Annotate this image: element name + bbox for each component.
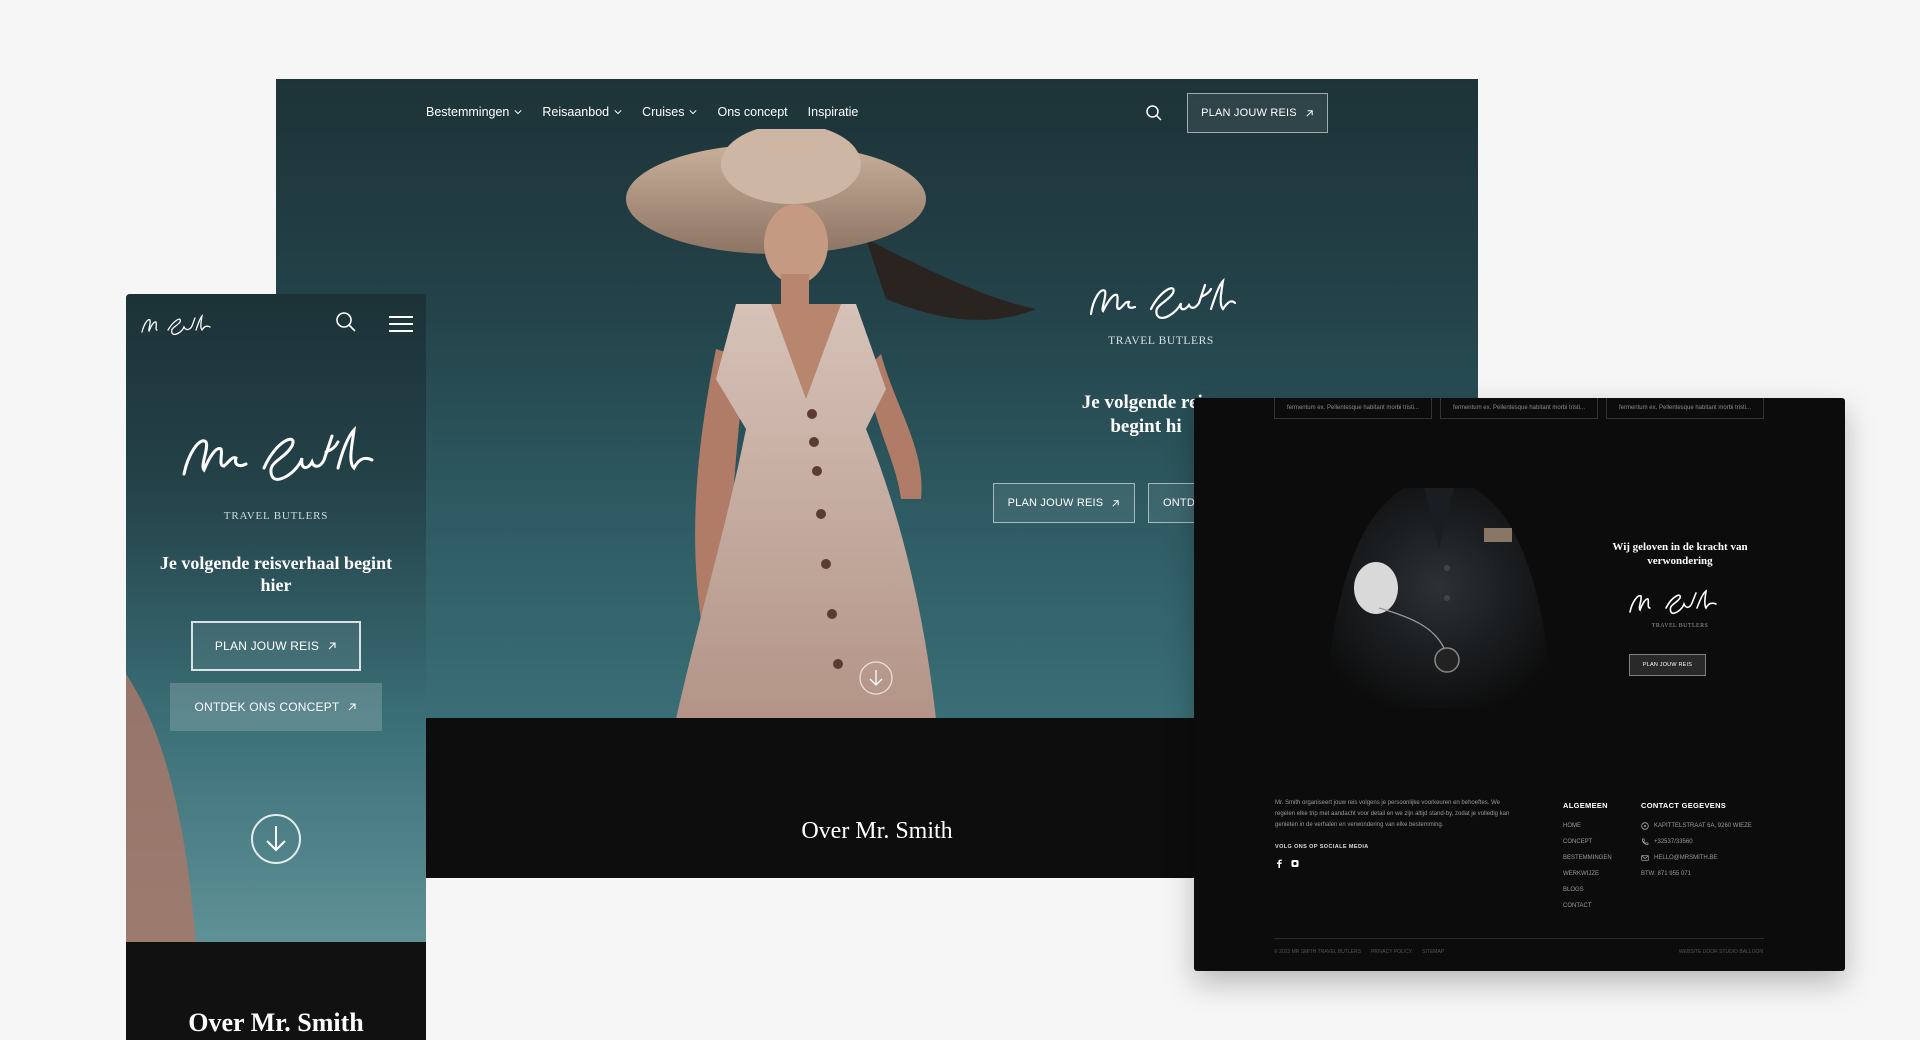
chevron-down-icon: [514, 110, 522, 115]
brand-tagline: TRAVEL BUTLERS: [223, 510, 329, 522]
social-links: [1275, 859, 1299, 868]
scroll-down-icon[interactable]: [250, 810, 302, 868]
footer-col-contact: CONTACT GEGEVENS KAPITTELSTRAAT 6A, 9260…: [1641, 801, 1752, 882]
sitemap-link[interactable]: SITEMAP: [1422, 949, 1444, 955]
hamburger-menu-icon[interactable]: [388, 314, 414, 334]
nav-item-label: Bestemmingen: [426, 105, 510, 119]
chevron-down-icon: [689, 110, 698, 115]
button-label: PLAN JOUW REIS: [1642, 662, 1693, 668]
hero-plan-trip-button[interactable]: PLAN JOUW REIS: [993, 483, 1135, 523]
nav-item-label: Inspiratie: [807, 105, 859, 119]
arrow-up-right-icon: [328, 642, 336, 650]
footer-col-algemeen: ALGEMEEN HOME CONCEPT BESTEMMINGEN WERKW…: [1563, 801, 1612, 914]
website-credit[interactable]: WEBSITE DOOR STUDIO BALLOON: [1679, 949, 1763, 955]
footer-link-concept[interactable]: CONCEPT: [1563, 834, 1612, 850]
brand-tagline: TRAVEL BUTLERS: [1108, 335, 1214, 347]
blog-teaser[interactable]: fermentum ex. Pellentesque habitant morb…: [1274, 398, 1432, 419]
search-icon[interactable]: [334, 310, 358, 334]
footer-mockup: fermentum ex. Pellentesque habitant morb…: [1194, 398, 1845, 971]
phone-icon: [1642, 838, 1649, 845]
mail-icon: [1641, 855, 1649, 861]
privacy-link[interactable]: PRIVACY POLICY: [1371, 949, 1412, 955]
hero-concept-button[interactable]: ONTDEK ONS CONCEPT: [170, 683, 382, 731]
copyright-text: © 2023 MR SMITH TRAVEL BUTLERS: [1274, 949, 1361, 955]
button-label: ONTD: [1163, 497, 1195, 509]
butler-image: [1324, 488, 1554, 708]
blog-teaser[interactable]: fermentum ex. Pellentesque habitant morb…: [1440, 398, 1598, 419]
social-title: VOLG ONS OP SOCIALE MEDIA: [1275, 844, 1369, 850]
scroll-down-icon[interactable]: [858, 660, 894, 696]
arrow-up-right-icon: [349, 703, 357, 711]
hero-title: Je volgende reisverhaal begint hier: [159, 553, 393, 595]
arrow-up-right-icon: [1112, 499, 1120, 507]
brand-logo: [1089, 277, 1237, 319]
button-label: PLAN JOUW REIS: [1201, 107, 1297, 119]
footer-plan-trip-button[interactable]: PLAN JOUW REIS: [1629, 654, 1706, 676]
nav-item-label: Cruises: [642, 105, 685, 119]
contact-phone[interactable]: +32537/33560: [1641, 834, 1752, 850]
footer-col-heading: CONTACT GEGEVENS: [1641, 801, 1727, 810]
footer-about-text: Mr. Smith organiseert jouw reis volgens …: [1275, 800, 1510, 828]
search-icon[interactable]: [1144, 103, 1164, 123]
instagram-icon[interactable]: [1291, 859, 1299, 868]
chevron-down-icon: [614, 110, 622, 115]
nav-item-cruises[interactable]: Cruises: [642, 105, 698, 119]
mobile-mockup: TRAVEL BUTLERS Je volgende reisverhaal b…: [126, 294, 426, 1040]
hero-plan-trip-button[interactable]: PLAN JOUW REIS: [191, 621, 361, 671]
footer-col-heading: ALGEMEEN: [1563, 801, 1608, 810]
hero-woman-image: [626, 129, 1036, 719]
arrow-up-right-icon: [1306, 109, 1313, 117]
brand-tagline: TRAVEL BUTLERS: [1651, 623, 1709, 629]
brand-logo: [1629, 589, 1717, 615]
footer-link-blogs[interactable]: BLOGS: [1563, 882, 1612, 898]
main-nav: Bestemmingen Reisaanbod Cruises Ons conc…: [426, 105, 858, 119]
button-label: PLAN JOUW REIS: [214, 639, 320, 653]
footer-link-home[interactable]: HOME: [1563, 818, 1612, 834]
location-icon: [1641, 822, 1649, 830]
nav-item-bestemmingen[interactable]: Bestemmingen: [426, 105, 522, 119]
nav-item-inspiratie[interactable]: Inspiratie: [808, 105, 859, 119]
footer-link-werkwijze[interactable]: WERKWIJZE: [1563, 866, 1612, 882]
footer-legal-links: © 2023 MR SMITH TRAVEL BUTLERS PRIVACY P…: [1274, 949, 1444, 955]
button-label: PLAN JOUW REIS: [1007, 497, 1104, 509]
footer-link-contact[interactable]: CONTACT: [1563, 898, 1612, 914]
contact-vat: BTW: 871 955 071: [1641, 871, 1691, 877]
brand-logo[interactable]: [138, 310, 214, 338]
blog-teaser[interactable]: fermentum ex. Pellentesque habitant morb…: [1606, 398, 1764, 419]
nav-item-reisaanbod[interactable]: Reisaanbod: [542, 105, 622, 119]
brand-logo-large: [182, 425, 374, 481]
facebook-icon[interactable]: [1275, 859, 1283, 868]
nav-item-label: Ons concept: [717, 105, 788, 119]
brand-statement: Wij geloven in de kracht van verwonderin…: [1612, 541, 1748, 567]
contact-email[interactable]: HELLO@MRSMITH.BE: [1641, 850, 1752, 866]
button-label: ONTDEK ONS CONCEPT: [194, 700, 340, 714]
contact-address[interactable]: KAPITTELSTRAAT 6A, 9260 WIEZE: [1641, 818, 1752, 834]
plan-trip-button[interactable]: PLAN JOUW REIS: [1187, 93, 1328, 133]
mobile-hero: TRAVEL BUTLERS Je volgende reisverhaal b…: [126, 294, 426, 944]
about-section: Over Mr. Smith: [126, 942, 426, 1040]
nav-item-label: Reisaanbod: [542, 105, 610, 119]
about-title: Over Mr. Smith: [188, 1008, 364, 1037]
footer-divider: [1274, 938, 1764, 939]
footer-link-bestemmingen[interactable]: BESTEMMINGEN: [1563, 850, 1612, 866]
blog-teasers: fermentum ex. Pellentesque habitant morb…: [1274, 398, 1764, 419]
nav-item-ons-concept[interactable]: Ons concept: [717, 105, 787, 119]
